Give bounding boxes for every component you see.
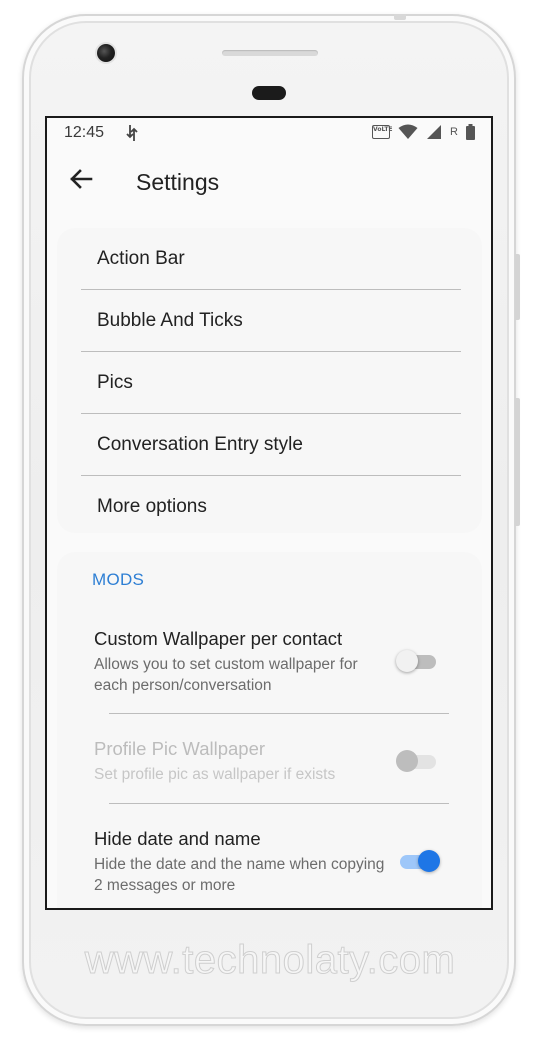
signal-icon [427, 125, 442, 139]
volume-button [515, 398, 520, 526]
phone-screen: 12:45 VoLTE R Settings Action Bar Bubble… [45, 116, 493, 910]
status-icons: VoLTE R [372, 124, 475, 140]
data-sync-icon [126, 125, 138, 141]
menu-item-more-options[interactable]: More options [81, 476, 461, 538]
phone-top-edge [394, 14, 406, 20]
menu-item-label: Action Bar [97, 247, 185, 269]
front-camera [97, 44, 115, 62]
page-title: Settings [136, 169, 220, 195]
volte-label: VoLTE [373, 126, 393, 133]
watermark-text: www.technolaty.com [84, 938, 456, 983]
hide-date-and-name-toggle[interactable] [396, 846, 440, 874]
toggle-thumb [418, 850, 440, 872]
wifi-icon [398, 124, 418, 139]
pref-divider [109, 803, 449, 804]
menu-item-bubble-and-ticks[interactable]: Bubble And Ticks [81, 290, 461, 352]
menu-item-label: Bubble And Ticks [97, 309, 243, 331]
menu-item-label: Conversation Entry style [97, 433, 303, 455]
volte-icon: VoLTE [372, 125, 393, 139]
toggle-thumb [396, 750, 418, 772]
profile-pic-wallpaper-toggle [396, 746, 440, 774]
menu-item-label: More options [97, 496, 207, 517]
menu-item-label: Pics [97, 371, 133, 393]
pref-summary: Hide the date and the name when copying … [94, 856, 385, 894]
roaming-indicator: R [450, 126, 458, 138]
menu-item-action-bar[interactable]: Action Bar [81, 228, 461, 290]
settings-menu-card: Action Bar Bubble And Ticks Pics Convers… [57, 228, 482, 533]
app-bar: Settings [47, 148, 491, 214]
pref-summary: Allows you to set custom wallpaper for e… [94, 656, 358, 694]
mods-section-header: MODS [92, 570, 145, 589]
menu-item-conversation-entry-style[interactable]: Conversation Entry style [81, 414, 461, 476]
toggle-thumb [396, 650, 418, 672]
proximity-sensor [252, 86, 286, 100]
battery-icon [466, 124, 475, 140]
back-arrow-icon[interactable] [65, 163, 97, 195]
menu-item-pics[interactable]: Pics [81, 352, 461, 414]
power-button [515, 254, 520, 320]
custom-wallpaper-toggle[interactable] [396, 646, 440, 674]
pref-divider [109, 713, 449, 714]
status-bar: 12:45 VoLTE R [47, 118, 491, 148]
status-time: 12:45 [64, 124, 105, 141]
mods-card: MODS Custom Wallpaper per contact Allows… [57, 552, 482, 908]
earpiece-speaker [222, 50, 318, 56]
